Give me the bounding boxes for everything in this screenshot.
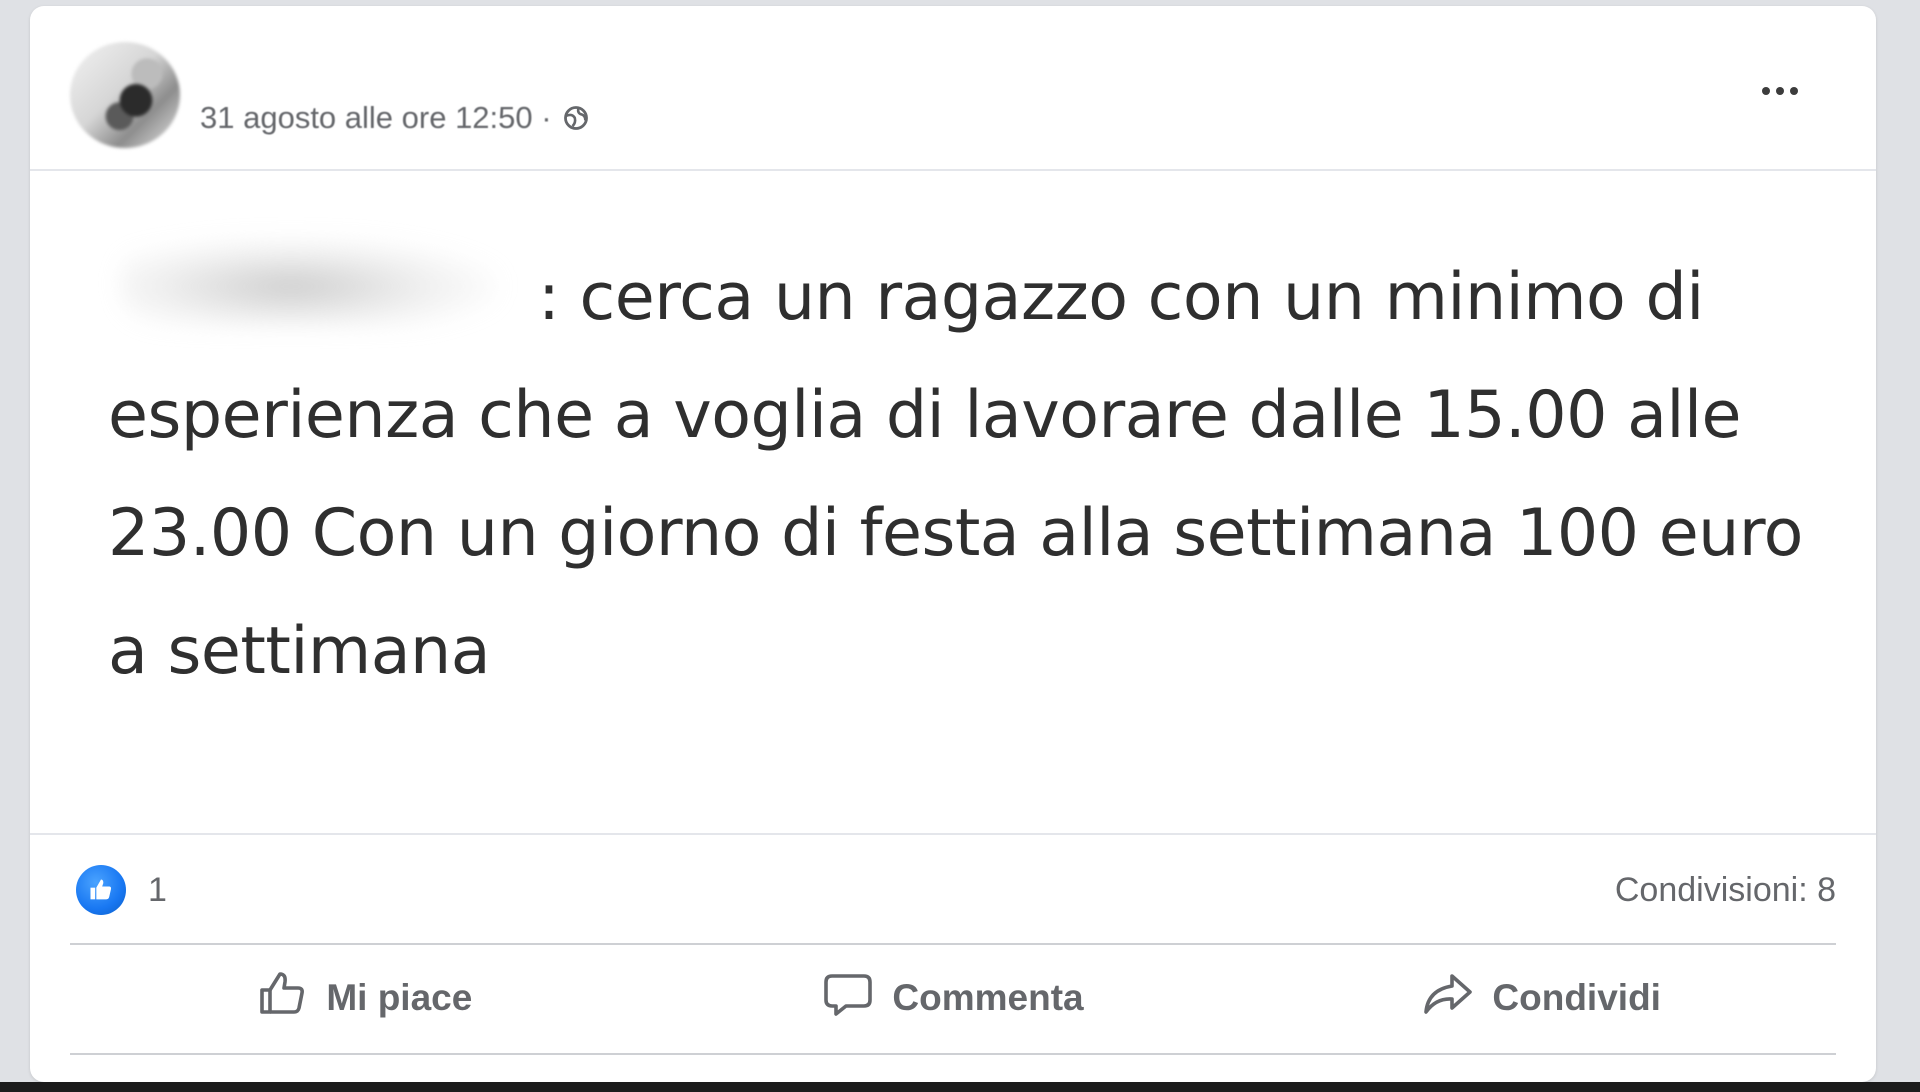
more-options-icon[interactable] (1752, 76, 1808, 106)
comment-bubble-icon (822, 968, 874, 1029)
comment-button[interactable]: Commenta (659, 943, 1248, 1053)
globe-icon (562, 104, 590, 132)
thumbs-up-icon (256, 968, 308, 1029)
post-stats: 1 Condivisioni: 8 (30, 833, 1876, 945)
post-body: : cerca un ragazzo con un minimo di espe… (30, 171, 1876, 831)
post-meta: 31 agosto alle ore 12:50 · (200, 100, 590, 136)
like-reaction-icon[interactable] (76, 865, 126, 915)
like-label: Mi piace (326, 977, 473, 1018)
post-header: 31 agosto alle ore 12:50 · (30, 6, 1876, 171)
comment-label: Commenta (892, 977, 1084, 1018)
bottom-edge-bar (0, 1082, 1920, 1092)
post-card: 31 agosto alle ore 12:50 · : cerca un ra… (30, 6, 1876, 1082)
post-text: : cerca un ragazzo con un minimo di espe… (108, 260, 1803, 689)
share-button[interactable]: Condividi (1247, 943, 1836, 1053)
share-label: Condividi (1492, 977, 1661, 1018)
author-avatar[interactable] (70, 42, 180, 148)
post-timestamp[interactable]: 31 agosto alle ore 12:50 · (200, 100, 552, 136)
share-arrow-icon (1422, 968, 1474, 1029)
like-button[interactable]: Mi piace (70, 943, 659, 1053)
share-count[interactable]: Condivisioni: 8 (1615, 871, 1836, 910)
like-count[interactable]: 1 (148, 871, 167, 910)
action-bar: Mi piace Commenta Condividi (70, 943, 1836, 1055)
